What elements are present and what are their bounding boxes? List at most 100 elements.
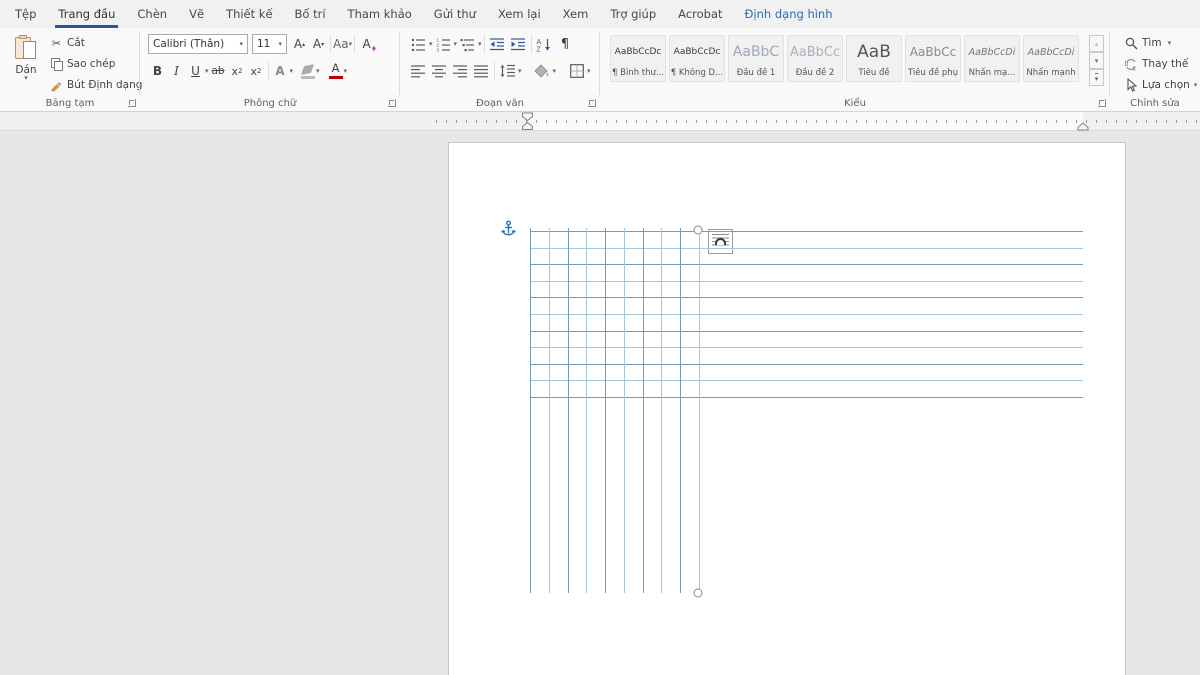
ruler-tick — [576, 120, 577, 123]
find-button[interactable]: Tìm ▾ — [1122, 34, 1171, 52]
tab-8[interactable]: Xem lại — [487, 0, 552, 28]
style-item[interactable]: AaBbCcDc¶ Không D... — [669, 35, 725, 82]
tab-1[interactable]: Trang đầu — [47, 0, 126, 28]
svg-text:3: 3 — [436, 47, 439, 52]
style-label: ¶ Bình thư... — [612, 68, 664, 81]
ruler-tick — [536, 120, 537, 123]
highlight-menu-arrow[interactable]: ▾ — [316, 69, 320, 74]
document-area[interactable] — [0, 131, 1200, 675]
bold-button[interactable]: B — [148, 61, 167, 81]
superscript-button[interactable]: x2 — [247, 61, 266, 81]
tab-4[interactable]: Thiết kế — [215, 0, 283, 28]
ruler-tick — [586, 120, 587, 123]
ruler-tick — [436, 120, 437, 123]
paragraph-dialog-launcher[interactable] — [588, 99, 596, 107]
ruler-tick — [976, 120, 977, 123]
tab-7[interactable]: Gửi thư — [423, 0, 487, 28]
style-item[interactable]: AaBbCĐầu đề 1 — [728, 35, 784, 82]
style-item[interactable]: AaBbCcĐầu đề 2 — [787, 35, 843, 82]
style-item[interactable]: AaBTiêu đề — [846, 35, 902, 82]
styles-gallery-more-button[interactable]: ▾ — [1089, 69, 1104, 86]
ruler-tick — [1196, 120, 1197, 123]
tab-6[interactable]: Tham khảo — [337, 0, 423, 28]
line-spacing-button[interactable] — [497, 61, 518, 81]
replace-icon: bc — [1122, 58, 1140, 71]
show-marks-button[interactable]: ¶ — [555, 34, 576, 54]
text-effects-menu-arrow[interactable]: ▾ — [290, 69, 294, 74]
tab-5[interactable]: Bố trí — [284, 0, 337, 28]
increase-indent-button[interactable] — [508, 34, 529, 54]
tab-2[interactable]: Chèn — [126, 0, 178, 28]
ruler-tick — [1026, 120, 1027, 123]
ruler-tick — [806, 120, 807, 123]
right-indent-marker[interactable] — [1077, 122, 1090, 131]
change-case-button[interactable]: Aa▾ — [333, 34, 352, 54]
selection-handle[interactable] — [694, 226, 703, 235]
grid-horizontal-line — [530, 364, 1083, 365]
style-item[interactable]: AaBbCcDiNhấn mạnh — [1023, 35, 1079, 82]
ruler-tick — [786, 120, 787, 123]
styles-dialog-launcher[interactable] — [1098, 99, 1106, 107]
styles-scroll-down-button[interactable]: ▾ — [1089, 52, 1104, 69]
font-name-select[interactable]: Calibri (Thân) ▾ — [148, 34, 248, 54]
borders-button[interactable] — [566, 61, 587, 81]
italic-button[interactable]: I — [167, 61, 186, 81]
numbering-button[interactable]: 123 — [433, 34, 454, 54]
ruler-tick — [486, 120, 487, 123]
sort-button[interactable]: AZ — [534, 34, 555, 54]
underline-button[interactable]: U — [186, 61, 205, 81]
paste-button[interactable]: Dán ▾ — [8, 33, 44, 105]
tab-10[interactable]: Trợ giúp — [599, 0, 667, 28]
style-sample: AaB — [847, 36, 901, 68]
clipboard-dialog-launcher[interactable] — [128, 99, 136, 107]
text-effects-button[interactable]: A — [271, 61, 290, 81]
tab-11[interactable]: Acrobat — [667, 0, 733, 28]
bullets-button[interactable] — [408, 34, 429, 54]
multilevel-list-button[interactable] — [457, 34, 478, 54]
decrease-indent-button[interactable] — [487, 34, 508, 54]
cut-button[interactable]: ✂ Cắt — [48, 33, 85, 53]
style-item[interactable]: AaBbCcDiNhấn mạ... — [964, 35, 1020, 82]
shading-button[interactable] — [532, 61, 553, 81]
justify-button[interactable] — [471, 61, 492, 81]
format-painter-icon — [48, 78, 65, 93]
style-sample: AaBbC — [729, 36, 783, 68]
style-label: Đầu đề 2 — [796, 68, 835, 81]
ruler-tick — [466, 120, 467, 123]
replace-button[interactable]: bc Thay thế — [1122, 55, 1188, 73]
layout-options-button[interactable] — [708, 229, 733, 254]
ruler-tick — [1106, 120, 1107, 123]
styles-scroll-up-button[interactable]: ▴ — [1089, 35, 1104, 52]
font-size-select[interactable]: 11 ▾ — [252, 34, 287, 54]
style-item[interactable]: AaBbCcTiêu đề phụ — [905, 35, 961, 82]
font-color-menu-arrow[interactable]: ▾ — [344, 69, 348, 74]
style-sample: AaBbCcDi — [1024, 36, 1078, 68]
align-center-button[interactable] — [429, 61, 450, 81]
font-color-button[interactable]: A — [328, 62, 344, 80]
style-item[interactable]: AaBbCcDc¶ Bình thư... — [610, 35, 666, 82]
grow-font-button[interactable]: A▴ — [290, 34, 309, 54]
copy-button[interactable]: Sao chép — [48, 54, 115, 74]
subscript-button[interactable]: x2 — [228, 61, 247, 81]
ruler-tick — [816, 120, 817, 123]
tab-3[interactable]: Vẽ — [178, 0, 215, 28]
horizontal-ruler[interactable] — [0, 112, 1200, 131]
ruler-tick — [946, 120, 947, 123]
clear-formatting-button[interactable]: A♦ — [357, 34, 376, 54]
selection-handle[interactable] — [694, 589, 703, 598]
format-painter-button[interactable]: Bút Định dạng — [48, 75, 142, 95]
align-left-button[interactable] — [408, 61, 429, 81]
shrink-font-button[interactable]: A▾ — [309, 34, 328, 54]
tab-9[interactable]: Xem — [552, 0, 600, 28]
grid-horizontal-line — [530, 397, 1083, 398]
strikethrough-button[interactable]: ab — [209, 61, 228, 81]
highlight-color-button[interactable] — [301, 63, 316, 80]
align-right-button[interactable] — [450, 61, 471, 81]
tab-12[interactable]: Định dạng hình — [734, 0, 844, 28]
font-dialog-launcher[interactable] — [388, 99, 396, 107]
ruler-tick — [1176, 120, 1177, 123]
indent-markers[interactable] — [521, 112, 535, 131]
ruler-tick — [666, 120, 667, 123]
tab-file[interactable]: Tệp — [4, 0, 47, 28]
select-button[interactable]: Lựa chọn ▾ — [1122, 76, 1197, 94]
